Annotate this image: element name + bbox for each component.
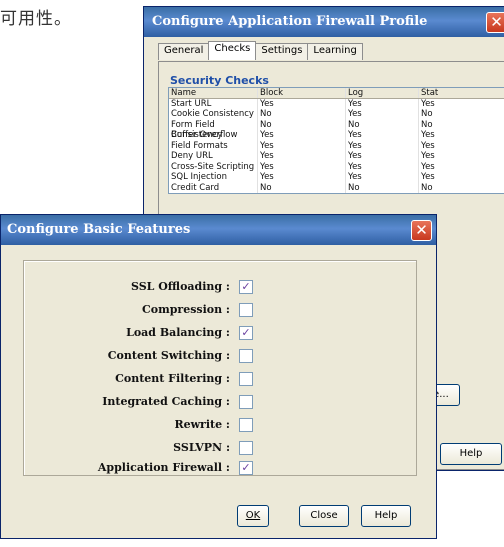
table-row[interactable]: Buffer Overflow Yes Yes Yes	[169, 130, 504, 141]
close-icon[interactable]: ✕	[411, 220, 432, 241]
feature-label-content-filtering: Content Filtering :	[115, 372, 230, 385]
feature-label-sslvpn: SSLVPN :	[173, 441, 230, 454]
table-cell: Yes	[346, 161, 419, 172]
table-cell: Yes	[421, 151, 435, 161]
table-cell: Yes	[346, 140, 419, 151]
table-row[interactable]: Cookie Consistency No Yes No	[169, 109, 504, 120]
table-cell: Yes	[346, 151, 419, 162]
feature-label-integrated-caching: Integrated Caching :	[102, 395, 230, 408]
table-cell: Yes	[346, 130, 419, 141]
table-cell: Yes	[258, 98, 346, 109]
table-row[interactable]: Cross-Site Scripting Yes Yes Yes	[169, 161, 504, 172]
feature-label-ssl-offloading: SSL Offloading :	[131, 280, 230, 293]
table-cell: Credit Card	[169, 182, 258, 193]
column-header-name[interactable]: Name	[169, 88, 258, 98]
table-cell: Yes	[421, 161, 435, 172]
table-cell: No	[258, 119, 346, 130]
checkbox-ssl-offloading[interactable]: ✓	[239, 280, 253, 294]
tab-learning-label: Learning	[313, 45, 357, 56]
tab-general-label: General	[164, 45, 204, 56]
table-cell: No	[421, 119, 433, 130]
ok-button-label: OK	[245, 510, 261, 521]
checkbox-content-filtering[interactable]	[239, 372, 253, 386]
close-icon[interactable]: ✕	[486, 12, 504, 33]
table-cell: Yes	[258, 161, 346, 172]
firewall-window-titlebar: Configure Application Firewall Profile ✕	[144, 7, 504, 37]
table-row[interactable]: Field Formats Yes Yes Yes	[169, 140, 504, 151]
checkbox-sslvpn[interactable]	[239, 441, 253, 455]
checkbox-content-switching[interactable]	[239, 349, 253, 363]
table-cell: SQL Injection	[169, 172, 258, 183]
basic-features-window: Configure Basic Features ✕ SSL Offloadin…	[0, 214, 437, 539]
basic-features-title: Configure Basic Features	[7, 222, 191, 237]
tab-strip: General Checks Settings Learning	[158, 41, 363, 61]
table-cell: Start URL	[169, 98, 258, 109]
table-cell: No	[258, 109, 346, 120]
column-header-stat[interactable]: Stat	[419, 88, 504, 98]
table-row[interactable]: SQL Injection Yes Yes Yes	[169, 172, 504, 183]
table-cell: Yes	[258, 172, 346, 183]
table-cell: No	[421, 182, 433, 193]
table-cell: Buffer Overflow	[169, 130, 258, 141]
table-cell: Yes	[421, 172, 435, 182]
table-cell: Deny URL	[169, 151, 258, 162]
firewall-window-title: Configure Application Firewall Profile	[152, 14, 428, 29]
help-button[interactable]: Help	[361, 505, 411, 527]
checkbox-rewrite[interactable]	[239, 418, 253, 432]
tab-general[interactable]: General	[158, 43, 210, 60]
close-button-label: Close	[310, 510, 338, 521]
checkbox-compression[interactable]	[239, 303, 253, 317]
checkbox-application-firewall[interactable]: ✓	[239, 461, 253, 475]
table-row[interactable]: Deny URL Yes Yes Yes	[169, 151, 504, 162]
table-cell: Form Field Consistency	[169, 119, 258, 140]
table-cell: No	[346, 182, 419, 193]
table-cell: Yes	[258, 140, 346, 151]
document-text: 可用性。	[0, 9, 72, 29]
table-cell: Yes	[346, 98, 419, 109]
table-header-row: Name Block Log Stat	[169, 88, 504, 99]
help-button-back-label: Help	[459, 448, 483, 459]
feature-label-rewrite: Rewrite :	[174, 418, 230, 431]
feature-label-load-balancing: Load Balancing :	[126, 326, 230, 339]
help-button-back[interactable]: Help	[440, 443, 502, 465]
table-cell: Yes	[421, 130, 435, 140]
table-cell: No	[421, 109, 433, 119]
table-cell: Yes	[346, 109, 419, 120]
table-cell: Yes	[346, 172, 419, 183]
tab-checks-label: Checks	[214, 43, 251, 54]
table-cell: Yes	[258, 130, 346, 141]
table-cell: No	[346, 119, 419, 130]
table-cell: Yes	[258, 151, 346, 162]
ok-button[interactable]: OK	[237, 505, 269, 527]
table-cell: Cross-Site Scripting	[169, 161, 258, 172]
checkbox-integrated-caching[interactable]	[239, 395, 253, 409]
table-row[interactable]: Form Field Consistency No No No	[169, 119, 504, 140]
checkbox-load-balancing[interactable]: ✓	[239, 326, 253, 340]
feature-label-content-switching: Content Switching :	[107, 349, 230, 362]
table-row[interactable]: Start URL Yes Yes Yes	[169, 98, 504, 109]
tab-settings[interactable]: Settings	[255, 43, 309, 60]
basic-features-titlebar: Configure Basic Features ✕	[1, 215, 436, 245]
tab-settings-label: Settings	[261, 45, 303, 56]
security-checks-group-label: Security Checks	[168, 74, 271, 87]
table-cell: Cookie Consistency	[169, 109, 258, 120]
table-cell: Yes	[421, 140, 435, 151]
column-header-block[interactable]: Block	[258, 88, 346, 98]
tab-checks[interactable]: Checks	[208, 41, 257, 60]
tab-learning[interactable]: Learning	[307, 43, 363, 60]
table-cell: Field Formats	[169, 140, 258, 151]
feature-label-compression: Compression :	[141, 303, 230, 316]
security-checks-table[interactable]: Name Block Log Stat Start URL Yes Yes Ye…	[168, 87, 504, 194]
table-row[interactable]: Credit Card No No No	[169, 182, 504, 193]
feature-label-application-firewall: Application Firewall :	[97, 461, 230, 474]
table-cell: No	[258, 182, 346, 193]
column-header-log[interactable]: Log	[346, 88, 419, 98]
table-cell: Yes	[421, 98, 435, 109]
close-button[interactable]: Close	[299, 505, 349, 527]
help-button-label: Help	[374, 510, 398, 521]
features-panel: SSL Offloading : ✓ Compression : Load Ba…	[23, 260, 417, 476]
